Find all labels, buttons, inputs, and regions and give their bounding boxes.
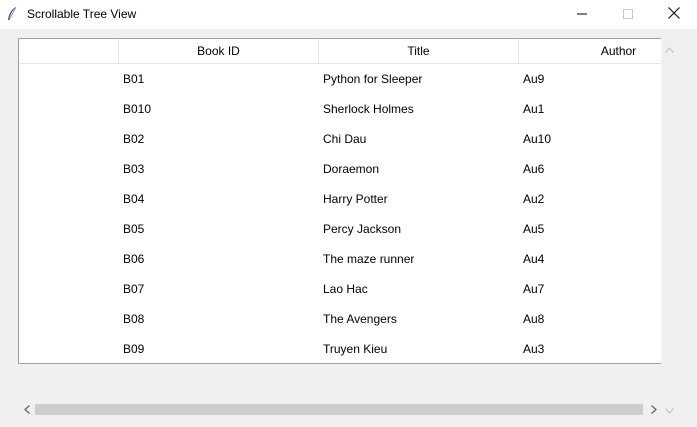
scroll-left-button[interactable]: [18, 401, 35, 418]
book-treeview[interactable]: Book ID Title Author B01 Python for Slee…: [18, 38, 662, 364]
vertical-scrollbar[interactable]: [661, 38, 678, 401]
cell-author: Au4: [523, 252, 545, 266]
cell-author: Au7: [523, 282, 545, 296]
cell-book-id: B05: [123, 222, 145, 236]
column-header-author[interactable]: Author: [519, 39, 661, 64]
column-header-book-id[interactable]: Book ID: [119, 39, 319, 64]
cell-title: Doraemon: [323, 162, 380, 176]
cell-author: Au1: [523, 102, 545, 116]
close-button[interactable]: [651, 0, 697, 29]
cell-title: Python for Sleeper: [323, 72, 423, 86]
scroll-up-button[interactable]: [661, 40, 678, 57]
cell-book-id: B09: [123, 342, 145, 356]
cell-author: Au3: [523, 342, 545, 356]
cell-book-id: B03: [123, 162, 145, 176]
cell-book-id: B010: [123, 102, 152, 116]
table-row[interactable]: B05 Percy Jackson Au5: [19, 214, 661, 244]
column-header-tree[interactable]: [19, 39, 119, 64]
scroll-right-button[interactable]: [645, 401, 662, 418]
horizontal-scrollbar[interactable]: [18, 401, 662, 418]
app-window: Scrollable Tree View Book ID Title Autho…: [0, 0, 697, 427]
cell-book-id: B06: [123, 252, 145, 266]
table-row[interactable]: B07 Lao Hac Au7: [19, 274, 661, 304]
table-row[interactable]: B09 Truyen Kieu Au3: [19, 334, 661, 363]
close-icon: [668, 7, 680, 22]
cell-title: Truyen Kieu: [323, 342, 388, 356]
cell-author: Au5: [523, 222, 545, 236]
cell-title: Harry Potter: [323, 192, 388, 206]
minimize-button[interactable]: [559, 0, 605, 29]
feather-icon: [6, 6, 18, 22]
table-row[interactable]: B01 Python for Sleeper Au9: [19, 64, 661, 94]
cell-title: The Avengers: [323, 312, 397, 326]
table-row[interactable]: B010 Sherlock Holmes Au1: [19, 94, 661, 124]
cell-title: Lao Hac: [323, 282, 368, 296]
chevron-down-icon: [665, 403, 674, 417]
cell-author: Au6: [523, 162, 545, 176]
scroll-down-button[interactable]: [661, 401, 678, 418]
cell-author: Au8: [523, 312, 545, 326]
minimize-icon: [577, 8, 587, 22]
cell-title: Sherlock Holmes: [323, 102, 414, 116]
table-row[interactable]: B08 The Avengers Au8: [19, 304, 661, 334]
maximize-button: [605, 0, 651, 29]
chevron-right-icon: [650, 403, 657, 417]
cell-author: Au10: [523, 132, 552, 146]
cell-author: Au2: [523, 192, 545, 206]
tree-header: Book ID Title Author: [19, 39, 661, 64]
table-row[interactable]: B03 Doraemon Au6: [19, 154, 661, 184]
cell-title: Percy Jackson: [323, 222, 402, 236]
horizontal-scroll-thumb[interactable]: [35, 404, 643, 415]
chevron-left-icon: [23, 403, 30, 417]
cell-book-id: B02: [123, 132, 145, 146]
cell-author: Au9: [523, 72, 545, 86]
table-row[interactable]: B02 Chi Dau Au10: [19, 124, 661, 154]
cell-book-id: B01: [123, 72, 145, 86]
cell-book-id: B04: [123, 192, 145, 206]
window-title: Scrollable Tree View: [27, 7, 137, 21]
cell-title: The maze runner: [323, 252, 415, 266]
column-header-title[interactable]: Title: [319, 39, 519, 64]
table-row[interactable]: B06 The maze runner Au4: [19, 244, 661, 274]
table-row[interactable]: B04 Harry Potter Au2: [19, 184, 661, 214]
cell-title: Chi Dau: [323, 132, 367, 146]
tree-body: B01 Python for Sleeper Au9 B010 Sherlock…: [19, 64, 661, 363]
cell-book-id: B07: [123, 282, 145, 296]
title-bar[interactable]: Scrollable Tree View: [0, 0, 697, 29]
cell-book-id: B08: [123, 312, 145, 326]
chevron-up-icon: [665, 42, 674, 56]
maximize-icon: [623, 8, 633, 22]
